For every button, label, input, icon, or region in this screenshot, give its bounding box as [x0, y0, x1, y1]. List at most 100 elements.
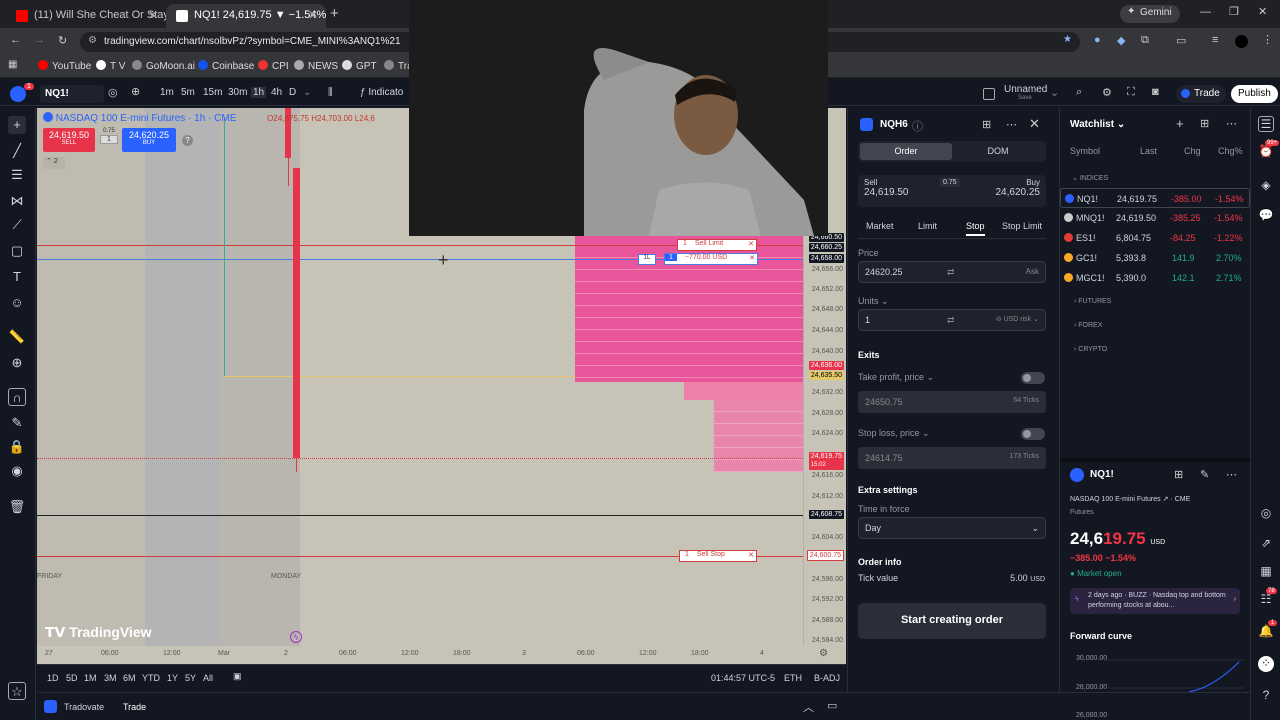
take-profit-input[interactable]: 24650.75 64 Ticks	[858, 391, 1046, 413]
symbol-legend[interactable]: NASDAQ 100 E-mini Futures · 1h · CME O24…	[43, 112, 375, 124]
watchlist-icon[interactable]: ☰	[1258, 116, 1274, 132]
brush-icon[interactable]: ▢	[8, 242, 26, 260]
group-futures[interactable]: › FUTURES	[1074, 298, 1111, 305]
group-forex[interactable]: › FOREX	[1074, 322, 1102, 329]
watchlist-row[interactable]: MGC1! 5,390.0 142.1 2.71%	[1060, 268, 1250, 288]
trash-icon[interactable]: 🗑	[8, 498, 26, 516]
bookmark-youtube[interactable]: YouTube	[38, 60, 91, 72]
tab-order[interactable]: Order	[860, 143, 952, 160]
pencil-lock-icon[interactable]: ✎	[8, 414, 26, 432]
stop-loss-toggle[interactable]	[1021, 428, 1045, 440]
position-label[interactable]: 1 −770.00 USD ✕	[664, 253, 758, 265]
ruler-icon[interactable]: 📏	[8, 328, 26, 346]
range-1d[interactable]: 1D	[47, 673, 59, 683]
stop-loss-input[interactable]: 24614.75 173 Ticks	[858, 447, 1046, 469]
bookmark-coinbase[interactable]: Coinbase	[198, 60, 254, 72]
interval-d[interactable]: D	[289, 87, 296, 98]
target-icon[interactable]: ◎	[1258, 506, 1274, 522]
layout-icon[interactable]: ⊞	[1200, 117, 1209, 130]
range-1y[interactable]: 1Y	[167, 673, 178, 683]
more-icon[interactable]: ⋯	[1226, 117, 1237, 130]
interval-15m[interactable]: 15m	[203, 87, 222, 98]
lightning-icon[interactable]: ϟ	[290, 631, 302, 643]
pattern-icon[interactable]: ⋈	[8, 192, 26, 210]
range-all[interactable]: All	[203, 673, 213, 683]
watchlist-row[interactable]: ES1! 6,804.75 -84.25 -1.22%	[1060, 228, 1250, 248]
profile-avatar[interactable]	[1235, 35, 1248, 48]
info-icon[interactable]: ?	[182, 135, 193, 146]
more-icon[interactable]: ⋯	[1006, 118, 1017, 131]
order-type-stop-limit[interactable]: Stop Limit	[1002, 221, 1042, 231]
calendar-icon[interactable]: ▦	[1258, 564, 1274, 580]
emoji-icon[interactable]: ☺	[8, 294, 26, 312]
magnet-icon[interactable]: ∩	[8, 388, 26, 406]
news-item[interactable]: ϟ 2 days ago · BUZZ · Nasdaq top and bot…	[1070, 588, 1240, 614]
fib-icon[interactable]: ☰	[8, 166, 26, 184]
interval-30m[interactable]: 30m	[228, 87, 247, 98]
chevron-down-icon[interactable]: ⌄	[1050, 86, 1059, 99]
projection-icon[interactable]: ⟋	[8, 216, 26, 234]
order-type-limit[interactable]: Limit	[918, 221, 937, 231]
checkbox-icon[interactable]	[983, 88, 995, 100]
text-icon[interactable]: T	[8, 268, 26, 286]
extension-icon[interactable]: ●	[1094, 34, 1101, 46]
bookmark-news[interactable]: NEWS	[294, 60, 338, 72]
detail-symbol[interactable]: NQ1!	[1090, 469, 1114, 480]
range-ytd[interactable]: YTD	[142, 673, 160, 683]
adjustment-toggle[interactable]: B-ADJ	[814, 673, 840, 683]
alerts-icon[interactable]: ⏰	[1258, 144, 1274, 160]
session-toggle[interactable]: ETH	[784, 673, 802, 683]
clock-text[interactable]: 01:44:57 UTC-5	[711, 673, 775, 683]
layers-icon[interactable]: ◈	[1258, 178, 1274, 194]
publish-button[interactable]: Publish	[1231, 85, 1278, 103]
layout-icon[interactable]: ⊞	[1174, 468, 1183, 481]
trendline-icon[interactable]: ╱	[8, 142, 26, 160]
reload-icon[interactable]: ↻	[58, 34, 67, 47]
trade-button[interactable]: Trade	[1176, 85, 1226, 103]
indicators-collapse[interactable]: ⌃ 2	[43, 157, 65, 169]
info-icon[interactable]: ⓘ	[912, 118, 923, 134]
cast-icon[interactable]: ▭	[1176, 34, 1186, 47]
sell-side-button[interactable]: Sell 24,619.50	[864, 178, 909, 198]
apps-icon[interactable]: ⁘	[1258, 656, 1274, 672]
group-crypto[interactable]: › CRYPTO	[1074, 346, 1107, 353]
notifications-icon[interactable]: ☷	[1258, 592, 1274, 608]
watchlist-row[interactable]: MNQ1! 24,619.50 -385.25 -1.54%	[1060, 208, 1250, 228]
collapse-icon[interactable]: ︿	[803, 699, 814, 715]
favorites-star-icon[interactable]: ☆	[8, 682, 26, 700]
swap-icon[interactable]: ⇄	[947, 315, 955, 326]
bookmark-gomoon[interactable]: GoMoon.ai	[132, 60, 195, 72]
risk-mode-select[interactable]: ⊘ USD risk ⌄	[996, 315, 1039, 323]
bookmark-star-icon[interactable]: ★	[1063, 34, 1072, 45]
close-icon[interactable]: ✕	[148, 8, 158, 22]
settings-icon[interactable]: ⚙	[1102, 86, 1112, 99]
column-chgp[interactable]: Chg%	[1218, 146, 1243, 156]
maximize-panel-icon[interactable]: ▭	[827, 699, 837, 712]
extensions-puzzle-icon[interactable]: ⧉	[1141, 34, 1149, 47]
chevron-down-icon[interactable]: ⌄	[303, 87, 311, 98]
maximize-button[interactable]: ❐	[1229, 5, 1239, 18]
interval-1h[interactable]: 1h	[251, 87, 267, 98]
fullscreen-icon[interactable]: ⛶	[1127, 86, 1135, 99]
back-icon[interactable]: ←	[10, 34, 21, 46]
compare-icon[interactable]: ◎	[108, 86, 118, 99]
close-icon[interactable]: ✕	[1029, 116, 1040, 132]
extension-icon[interactable]: ◆	[1117, 34, 1125, 47]
watchlist-title[interactable]: Watchlist ⌄	[1070, 119, 1125, 130]
time-in-force-select[interactable]: Day ⌄	[858, 517, 1046, 539]
close-icon[interactable]: ✕	[748, 551, 754, 559]
add-symbol-icon[interactable]: +	[1176, 116, 1184, 131]
order-type-market[interactable]: Market	[866, 221, 894, 231]
edit-icon[interactable]: ✎	[1200, 468, 1209, 481]
camera-icon[interactable]: ◙	[1152, 86, 1159, 98]
bookmark-gpt[interactable]: GPT	[342, 60, 377, 72]
chart-type-icon[interactable]: ⫼	[328, 87, 333, 98]
symbol-search[interactable]: NQ1!	[40, 85, 104, 103]
help-icon[interactable]: ?	[1258, 688, 1274, 704]
buy-side-button[interactable]: Buy 24,620.25	[996, 178, 1041, 198]
layout-icon[interactable]: ⊞	[982, 118, 991, 131]
interval-1m[interactable]: 1m	[160, 87, 174, 98]
close-window-button[interactable]: ✕	[1258, 5, 1267, 18]
menu-icon[interactable]: ≡	[1212, 34, 1218, 46]
column-last[interactable]: Last	[1140, 146, 1157, 156]
